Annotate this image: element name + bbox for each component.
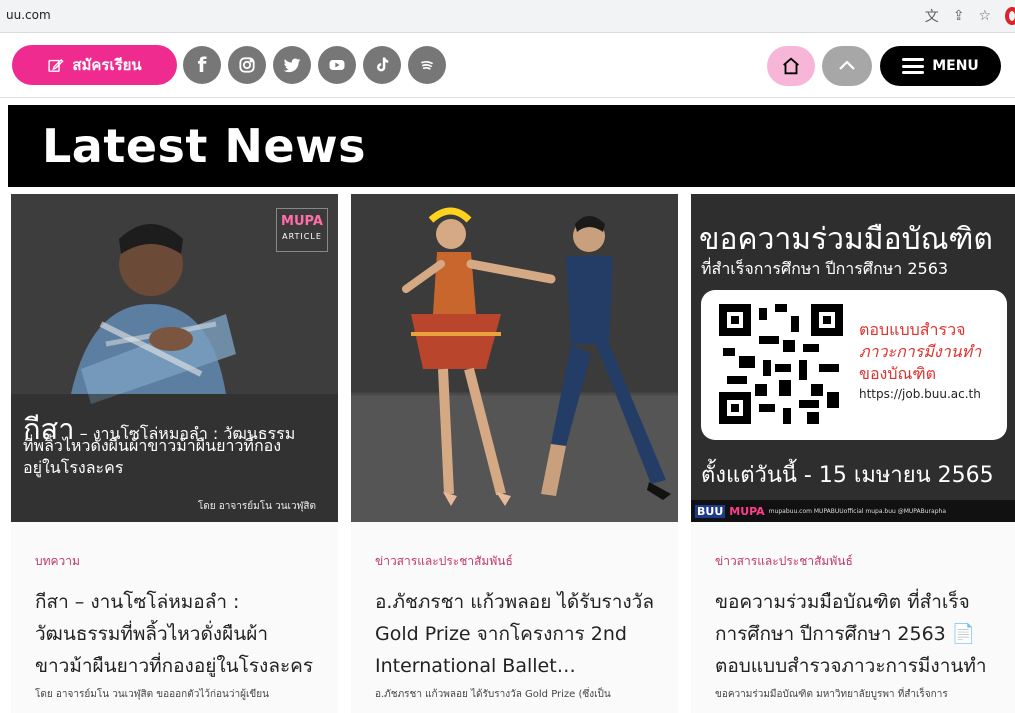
image-byline: โดย อาจารย์มโน วนเวฬุสิต: [197, 501, 316, 512]
survey-url: https://job.buu.ac.th: [859, 387, 981, 401]
spotify-icon[interactable]: [408, 46, 446, 84]
edit-icon: [48, 58, 64, 72]
apply-button-label: สมัครเรียน: [72, 56, 142, 74]
ballet-photo-illustration: [351, 194, 678, 522]
site-header: สมัครเรียน f MENU: [0, 34, 1015, 98]
buu-logo: BUU: [695, 504, 726, 518]
menu-button[interactable]: MENU: [880, 46, 1001, 86]
mupa-article-badge: MUPA ARTICLE: [276, 208, 328, 252]
browser-toolbar: 文 ⇪ ☆: [925, 6, 1015, 26]
image-deadline: ตั้งแต่วันนี้ - 15 เมษายน 2565: [701, 463, 994, 488]
card-category[interactable]: ข่าวสารและประชาสัมพันธ์: [715, 552, 853, 571]
news-card[interactable]: ข่าวสารและประชาสัมพันธ์ อ.ภัชภรชา แก้วพล…: [351, 194, 678, 713]
card-title[interactable]: อ.ภัชภรชา แก้วพลอย ได้รับรางวัล Gold Pri…: [375, 586, 664, 682]
image-subhead: ที่สำเร็จการศึกษา ปีการศึกษา 2563: [701, 259, 949, 278]
card-excerpt: อ.ภัชภรชา แก้วพลอย ได้รับรางวัล Gold Pri…: [375, 689, 611, 700]
url-text[interactable]: uu.com: [6, 8, 51, 22]
social-links: f: [183, 46, 446, 84]
news-card[interactable]: MUPA ARTICLE กีสา – งานโซโล่หมอลำ : วัฒน…: [11, 194, 338, 713]
share-icon[interactable]: ⇪: [953, 8, 965, 24]
latest-news-banner: Latest News: [8, 105, 1015, 187]
twitter-icon[interactable]: [273, 46, 311, 84]
browser-address-bar[interactable]: uu.com 文 ⇪ ☆: [0, 0, 1015, 33]
star-icon[interactable]: ☆: [978, 8, 991, 24]
translate-icon[interactable]: 文: [925, 6, 939, 26]
card-excerpt: ขอความร่วมมือบัณฑิต มหาวิทยาลัยบูรพา ที่…: [715, 689, 948, 700]
card-image[interactable]: ขอความร่วมมือบัณฑิต ที่สำเร็จการศึกษา ปี…: [691, 194, 1015, 522]
image-overlay-line: อยู่ในโรงละคร: [23, 458, 124, 477]
survey-line: ของบัณฑิต: [859, 364, 937, 383]
card-category[interactable]: บทความ: [35, 552, 80, 571]
menu-button-label: MENU: [932, 58, 979, 74]
survey-panel: ตอบแบบสำรวจ ภาวะการมีงานทำ ของบัณฑิต htt…: [701, 290, 1007, 440]
footer-links: mupabuu.com MUPABUUofficial mupa.buu @MU…: [768, 507, 946, 515]
hamburger-icon: [902, 58, 925, 74]
card-image[interactable]: [351, 194, 678, 522]
scroll-top-button[interactable]: [822, 46, 872, 86]
image-footer: BUU MUPA mupabuu.com MUPABUUofficial mup…: [691, 500, 1015, 522]
facebook-icon[interactable]: f: [183, 46, 221, 84]
card-category[interactable]: ข่าวสารและประชาสัมพันธ์: [375, 552, 513, 571]
tiktok-icon[interactable]: [363, 46, 401, 84]
chevron-up-icon: [839, 60, 855, 70]
home-icon: [783, 57, 799, 75]
news-card[interactable]: ขอความร่วมมือบัณฑิต ที่สำเร็จการศึกษา ปี…: [691, 194, 1015, 713]
youtube-icon[interactable]: [318, 46, 356, 84]
apply-button[interactable]: สมัครเรียน: [12, 45, 177, 85]
home-button[interactable]: [767, 46, 815, 86]
card-image[interactable]: MUPA ARTICLE กีสา – งานโซโล่หมอลำ : วัฒน…: [11, 194, 338, 522]
section-title: Latest News: [42, 119, 366, 173]
mupa-logo: MUPA: [729, 504, 765, 518]
image-headline: ขอความร่วมมือบัณฑิต: [699, 222, 993, 257]
instagram-icon[interactable]: [228, 46, 266, 84]
card-title[interactable]: ขอความร่วมมือบัณฑิต ที่สำเร็จการศึกษา ปี…: [715, 586, 1001, 682]
qr-code-icon: [719, 304, 843, 424]
card-excerpt: โดย อาจารย์มโน วนเวฬุสิต ขอออกตัวไว้ก่อน…: [35, 689, 269, 700]
card-title[interactable]: กีสา – งานโซโล่หมอลำ : วัฒนธรรมที่พลิ้วไ…: [35, 586, 324, 682]
opera-icon[interactable]: [1005, 7, 1015, 25]
